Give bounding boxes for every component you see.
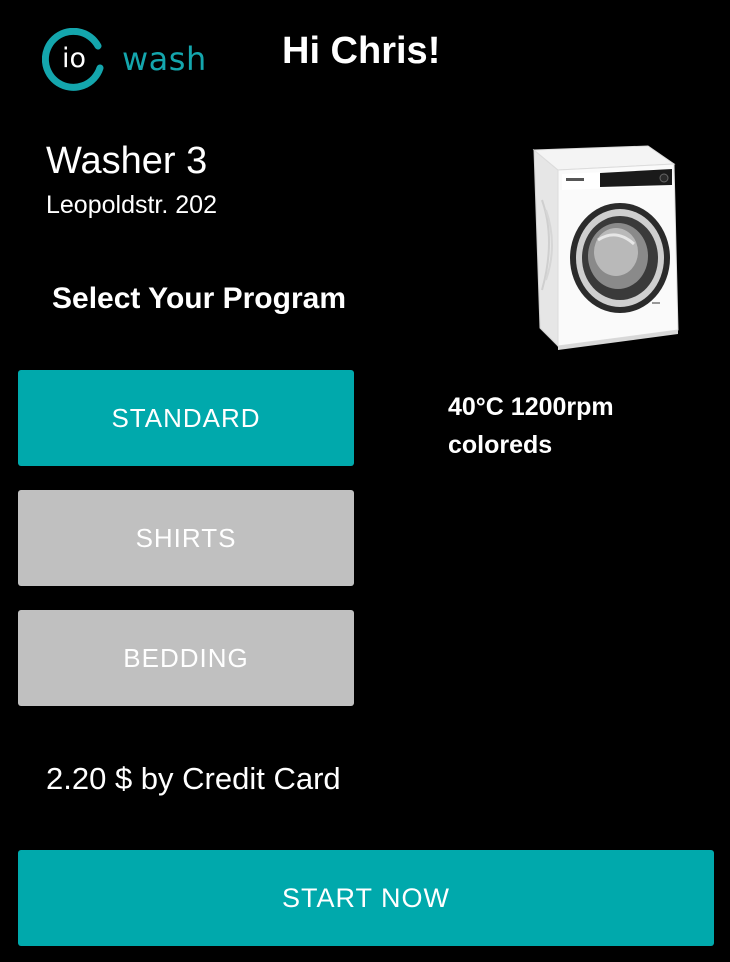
select-program-title: Select Your Program xyxy=(52,282,346,315)
program-details-type: coloreds xyxy=(448,431,553,459)
program-details-temp-speed: 40°C 1200rpm xyxy=(448,393,614,421)
program-standard-button[interactable]: STANDARD xyxy=(18,370,354,466)
greeting-heading: Hi Chris! xyxy=(282,30,441,72)
washer-name: Washer 3 xyxy=(46,140,208,182)
washer-address: Leopoldstr. 202 xyxy=(46,191,217,219)
program-bedding-button[interactable]: BEDDING xyxy=(18,610,354,706)
start-now-button[interactable]: START NOW xyxy=(18,850,714,946)
logo-io-text: io xyxy=(61,43,87,74)
logo-wash-text: wash xyxy=(122,40,207,78)
price-text: 2.20 $ by Credit Card xyxy=(46,761,341,796)
washing-machine-image xyxy=(532,145,679,350)
program-details: 40°C 1200rpm coloreds xyxy=(448,388,718,464)
iowash-logo: io wash xyxy=(42,28,222,98)
program-shirts-button[interactable]: SHIRTS xyxy=(18,490,354,586)
